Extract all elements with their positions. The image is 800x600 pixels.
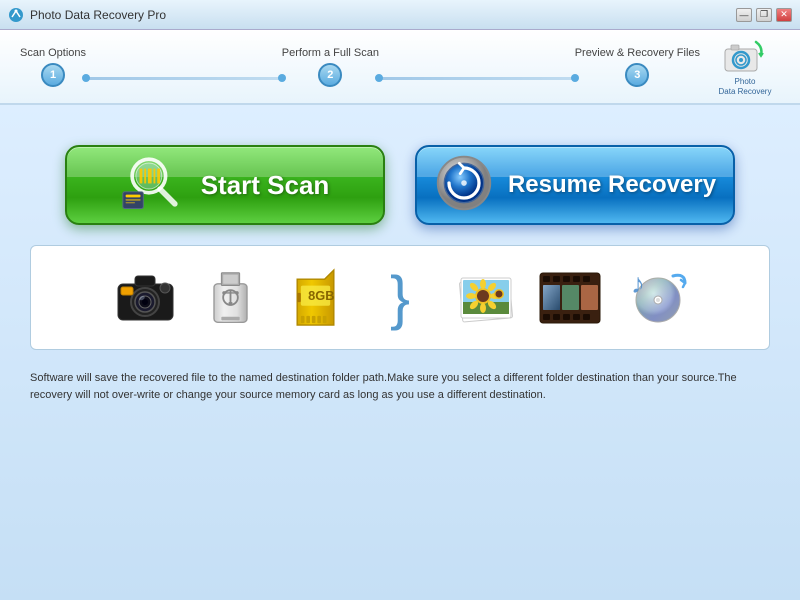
step-line-1-2 bbox=[86, 77, 282, 80]
close-button[interactable]: ✕ bbox=[776, 8, 792, 22]
step-2: Perform a Full Scan 2 bbox=[282, 47, 379, 87]
svg-text:♪: ♪ bbox=[631, 268, 645, 299]
app-icon bbox=[8, 7, 24, 23]
wizard-steps: Scan Options 1 Perform a Full Scan 2 Pre… bbox=[10, 47, 710, 87]
step-3-circle: 3 bbox=[625, 63, 649, 87]
restore-button[interactable]: ❐ bbox=[756, 8, 772, 22]
info-text: Software will save the recovered file to… bbox=[30, 370, 770, 403]
resume-recovery-button[interactable]: Resume Recovery bbox=[415, 145, 735, 225]
step-line-2-3 bbox=[379, 77, 575, 80]
title-controls: — ❐ ✕ bbox=[736, 8, 792, 22]
start-scan-label: Start Scan bbox=[201, 170, 330, 201]
title-bar: Photo Data Recovery Pro — ❐ ✕ bbox=[0, 0, 800, 30]
start-scan-button[interactable]: Start Scan bbox=[65, 145, 385, 225]
logo-text: Photo Data Recovery bbox=[719, 77, 772, 96]
info-text-area: Software will save the recovered file to… bbox=[30, 370, 770, 403]
step-1-label: Scan Options bbox=[20, 47, 86, 59]
usb-drive-icon bbox=[193, 258, 268, 338]
sd-card-icon: 8GB bbox=[278, 258, 353, 338]
logo-icon bbox=[721, 37, 769, 77]
logo-area: Photo Data Recovery bbox=[710, 34, 780, 99]
scan-icon bbox=[121, 150, 191, 220]
brace-separator: } bbox=[363, 258, 438, 338]
minimize-button[interactable]: — bbox=[736, 8, 752, 22]
resume-icon bbox=[434, 153, 498, 217]
step-2-label: Perform a Full Scan bbox=[282, 47, 379, 59]
buttons-row: Start Scan bbox=[30, 145, 770, 225]
photo-icon bbox=[448, 258, 523, 338]
main-content: Start Scan bbox=[0, 105, 800, 600]
step-3-label: Preview & Recovery Files bbox=[575, 47, 700, 59]
step-1-circle: 1 bbox=[41, 63, 65, 87]
title-bar-left: Photo Data Recovery Pro bbox=[8, 7, 166, 23]
media-panel: 8GB } bbox=[30, 245, 770, 350]
step-2-circle: 2 bbox=[318, 63, 342, 87]
wizard-header: Scan Options 1 Perform a Full Scan 2 Pre… bbox=[0, 30, 800, 105]
music-disc-icon: ♪ bbox=[618, 258, 693, 338]
svg-text:8GB: 8GB bbox=[308, 288, 334, 303]
film-strip-icon bbox=[533, 258, 608, 338]
title-text: Photo Data Recovery Pro bbox=[30, 8, 166, 22]
step-1: Scan Options 1 bbox=[20, 47, 86, 87]
camera-icon bbox=[108, 258, 183, 338]
step-3: Preview & Recovery Files 3 bbox=[575, 47, 700, 87]
resume-recovery-label: Resume Recovery bbox=[508, 171, 716, 199]
